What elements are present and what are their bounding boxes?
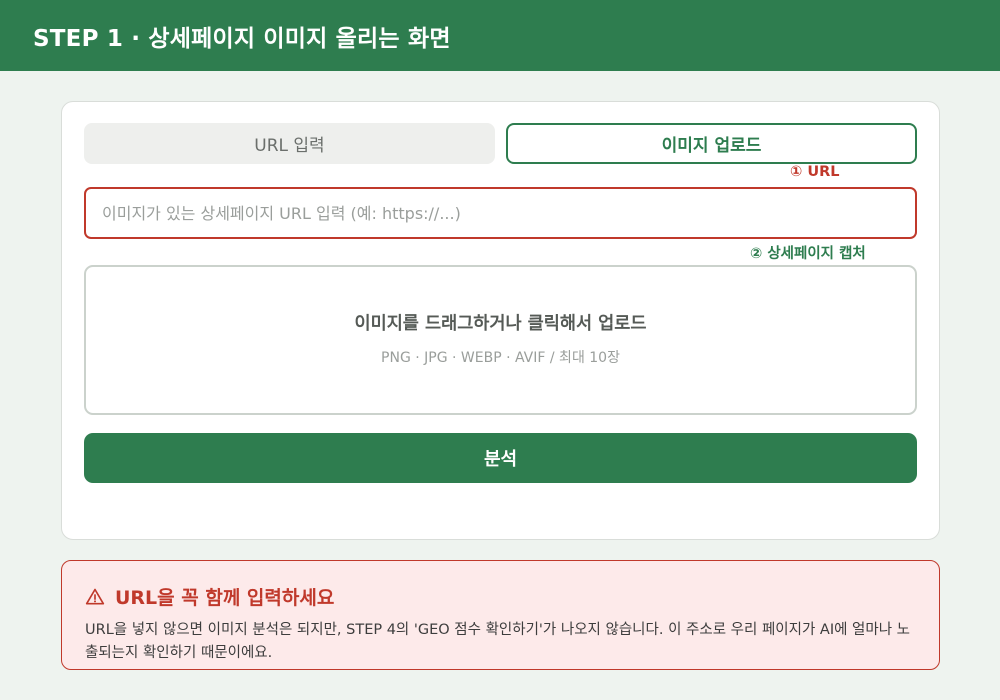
dropzone-file-info: PNG · JPG · WEBP · AVIF / 최대 10장 <box>381 349 620 366</box>
top-header-bar: STEP 1 · 상세페이지 이미지 올리는 화면 <box>0 0 1000 71</box>
warning-title: URL을 꼭 함께 입력하세요 <box>115 587 335 609</box>
tab-image-upload[interactable]: 이미지 업로드 <box>506 123 917 164</box>
image-dropzone[interactable]: 이미지를 드래그하거나 클릭해서 업로드 PNG · JPG · WEBP · … <box>84 265 917 415</box>
tab-url-input[interactable]: URL 입력 <box>84 123 495 164</box>
page-title: STEP 1 · 상세페이지 이미지 올리는 화면 <box>33 25 451 52</box>
url-input[interactable] <box>84 187 917 239</box>
warning-body-text: URL을 넣지 않으면 이미지 분석은 되지만, STEP 4의 'GEO 점수… <box>85 622 911 661</box>
dropzone-instruction: 이미지를 드래그하거나 클릭해서 업로드 <box>354 313 647 334</box>
warning-heading: URL을 꼭 함께 입력하세요 <box>85 583 916 610</box>
callout-detail-capture: ② 상세페이지 캡처 <box>750 246 866 262</box>
warning-triangle-icon <box>85 588 105 604</box>
upload-card: URL 입력 이미지 업로드 ① URL ② 상세페이지 캡처 이미지를 드래그… <box>61 101 940 540</box>
analyze-button[interactable]: 분석 <box>84 433 917 483</box>
callout-url: ① URL <box>790 164 840 180</box>
warning-box: URL을 꼭 함께 입력하세요 URL을 넣지 않으면 이미지 분석은 되지만,… <box>61 560 940 670</box>
